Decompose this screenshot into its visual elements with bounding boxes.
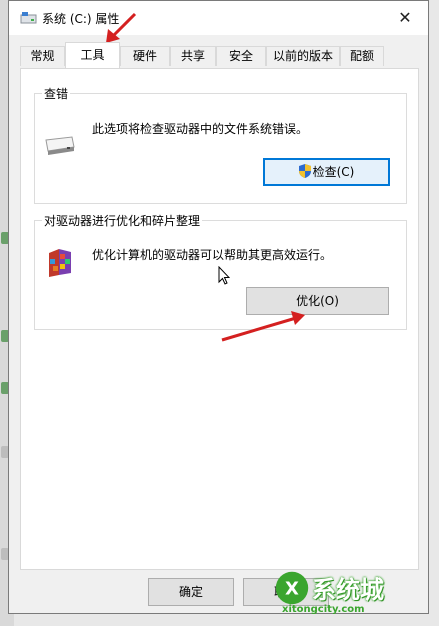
tools-tab-panel: 查错 此选项将检查驱动器中的文件系统错误。 检查(C) 对驱动器进行优化和碎片整… — [20, 68, 419, 570]
watermark-url: xitongcity.com — [282, 604, 365, 615]
check-button-label: 检查(C) — [312, 165, 355, 179]
tab-previous-versions[interactable]: 以前的版本 — [266, 46, 340, 66]
optimize-group-label: 对驱动器进行优化和碎片整理 — [42, 212, 203, 229]
check-button[interactable]: 检查(C) — [263, 158, 390, 186]
drive-icon — [45, 136, 75, 155]
tab-tools[interactable]: 工具 — [65, 42, 120, 68]
close-icon: ✕ — [398, 8, 412, 27]
error-check-group-label: 查错 — [42, 85, 71, 102]
shield-icon — [298, 164, 311, 178]
optimize-button[interactable]: 优化(O) — [246, 287, 389, 315]
mouse-cursor-icon — [218, 266, 230, 285]
tab-security[interactable]: 安全 — [216, 46, 266, 66]
properties-dialog: 系统 (C:) 属性 ✕ 常规 工具 硬件 共享 安全 以前的版本 配额 查错 … — [8, 0, 429, 614]
optimize-button-label: 优化(O) — [296, 294, 339, 308]
optimize-description: 优化计算机的驱动器可以帮助其更高效运行。 — [92, 248, 333, 262]
watermark-brand: 系统城 — [312, 576, 384, 604]
svg-text:X: X — [285, 578, 299, 599]
tab-sharing[interactable]: 共享 — [170, 46, 216, 66]
drive-title-icon — [20, 12, 37, 24]
window-title: 系统 (C:) 属性 — [42, 12, 120, 26]
title-bar: 系统 (C:) 属性 ✕ — [9, 1, 428, 35]
error-check-description: 此选项将检查驱动器中的文件系统错误。 — [92, 122, 309, 136]
optimize-group: 对驱动器进行优化和碎片整理 优化计算机的驱动器可以帮助其更高效运行。 优化(O) — [34, 212, 407, 330]
tab-general[interactable]: 常规 — [20, 46, 65, 66]
close-button[interactable]: ✕ — [388, 5, 422, 31]
watermark: X 系统城 xitongcity.com — [268, 566, 418, 620]
watermark-logo-icon: X — [275, 571, 309, 605]
ok-button[interactable]: 确定 — [148, 578, 234, 606]
defrag-icon — [49, 249, 71, 277]
tab-hardware[interactable]: 硬件 — [120, 46, 170, 66]
error-check-group: 查错 此选项将检查驱动器中的文件系统错误。 检查(C) — [34, 85, 407, 204]
ok-button-label: 确定 — [178, 585, 203, 599]
tab-quota[interactable]: 配额 — [340, 46, 384, 66]
